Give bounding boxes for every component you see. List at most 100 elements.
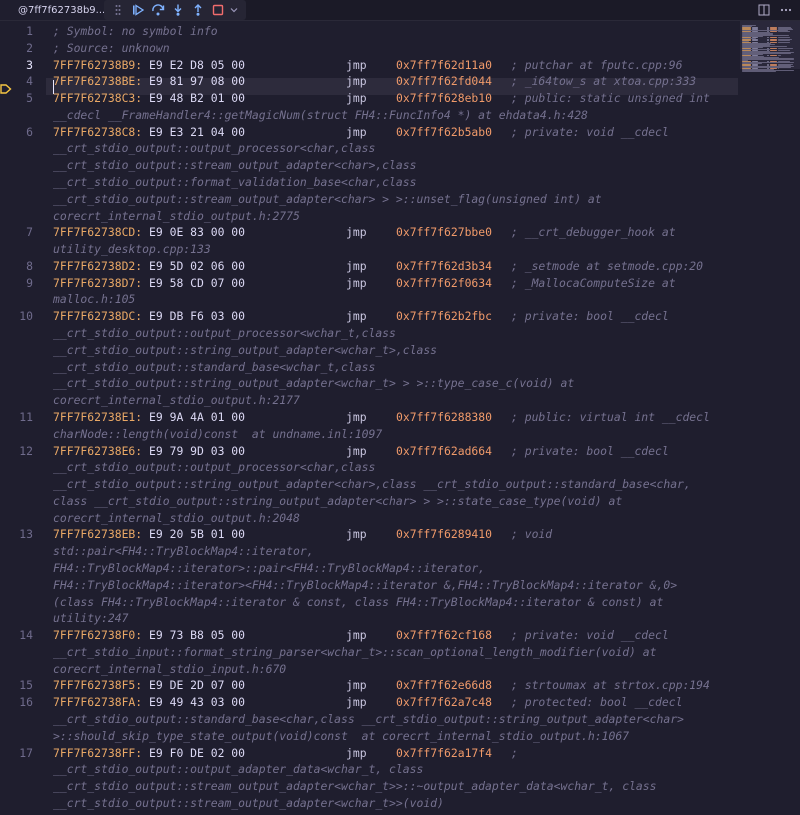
- instruction-line[interactable]: 6 7FF7F62738C8: E9 E3 21 04 00 jmp 0x7ff7f6…: [0, 124, 738, 141]
- jump-target-address[interactable]: 0x7ff7f62b2fbc: [396, 308, 492, 325]
- comment-text: __crt_stdio_output::output_processor<cha…: [53, 141, 376, 156]
- instruction-address: 7FF7F62738D7:: [53, 275, 143, 290]
- comment-line[interactable]: __crt_stdio_output::string_output_adapte…: [0, 375, 738, 392]
- line-number: 2: [26, 40, 33, 55]
- comment-line[interactable]: FH4::TryBlockMap4::iterator>::pair<FH4::…: [0, 560, 738, 577]
- comment-line[interactable]: __cdecl __FrameHandler4::getMagicNum(str…: [0, 107, 738, 124]
- comment-text: __crt_stdio_output::stream_output_adapte…: [53, 191, 602, 206]
- comment-line[interactable]: std::pair<FH4::TryBlockMap4::iterator,: [0, 543, 738, 560]
- instruction-line[interactable]: 15 7FF7F62738F5: E9 DE 2D 07 00 jmp 0x7ff7f…: [0, 677, 738, 694]
- comment-text: __crt_stdio_output::standard_base<char,c…: [53, 711, 684, 726]
- comment-line[interactable]: __crt_stdio_output::string_output_adapte…: [0, 342, 738, 359]
- instruction-line[interactable]: 3 7FF7F62738B9: E9 E2 D8 05 00 jmp 0x7ff7f6…: [0, 57, 738, 74]
- comment-text: std::pair<FH4::TryBlockMap4::iterator,: [53, 544, 314, 559]
- more-actions-icon[interactable]: [778, 2, 794, 18]
- instruction-comment: ; public: virtual int __cdecl: [511, 409, 710, 424]
- instruction-line[interactable]: 5 7FF7F62738C3: E9 48 B2 01 00 jmp 0x7ff7f6…: [0, 90, 738, 107]
- line-number: 6: [26, 124, 33, 139]
- comment-line[interactable]: __crt_stdio_output::output_adapter_data<…: [0, 761, 738, 778]
- comment-line[interactable]: __crt_stdio_output::format_validation_ba…: [0, 174, 738, 191]
- comment-text: FH4::TryBlockMap4::iterator><FH4::TryBlo…: [53, 577, 678, 592]
- jump-target-address[interactable]: 0x7ff7f62ad664: [396, 443, 492, 460]
- comment-line[interactable]: __crt_stdio_output::stream_output_adapte…: [0, 795, 738, 812]
- chevron-down-icon[interactable]: [228, 0, 240, 20]
- continue-icon[interactable]: [128, 0, 148, 20]
- jump-target-address[interactable]: 0x7ff7f62a17f4: [396, 745, 492, 762]
- comment-line[interactable]: __crt_stdio_output::output_processor<cha…: [0, 459, 738, 476]
- text-cursor: [53, 80, 54, 94]
- instruction-mnemonic: jmp: [346, 527, 367, 542]
- instruction-line[interactable]: 17 7FF7F62738FF: E9 F0 DE 02 00 jmp 0x7ff7f…: [0, 745, 738, 762]
- comment-line[interactable]: >::should_skip_type_state_output(void)co…: [0, 728, 738, 745]
- comment-line[interactable]: corecrt_internal_stdio_input.h:670: [0, 661, 738, 678]
- instruction-line[interactable]: 4 7FF7F62738BE: E9 81 97 08 00 jmp 0x7ff7f6…: [0, 73, 738, 90]
- comment-line[interactable]: utility_desktop.cpp:133: [0, 241, 738, 258]
- jump-target-address[interactable]: 0x7ff7f627bbe0: [396, 224, 492, 241]
- comment-text: ; Source: unknown: [53, 40, 170, 55]
- minimap-line: [770, 55, 777, 56]
- step-out-icon[interactable]: [188, 0, 208, 20]
- split-editor-icon[interactable]: [756, 2, 772, 18]
- comment-line[interactable]: (class FH4::TryBlockMap4::iterator & con…: [0, 594, 738, 611]
- comment-line[interactable]: class __crt_stdio_output::string_output_…: [0, 493, 738, 510]
- jump-target-address[interactable]: 0x7ff7f6288380: [396, 409, 492, 426]
- jump-target-address[interactable]: 0x7ff7f62f0634: [396, 275, 492, 292]
- comment-line[interactable]: corecrt_internal_stdio_output.h:2775: [0, 208, 738, 225]
- jump-target-address[interactable]: 0x7ff7f62e66d8: [396, 677, 492, 694]
- comment-line[interactable]: corecrt_internal_stdio_output.h:2048: [0, 510, 738, 527]
- jump-target-address[interactable]: 0x7ff7f6289410: [396, 526, 492, 543]
- step-over-icon[interactable]: [148, 0, 168, 20]
- comment-line[interactable]: FH4::TryBlockMap4::iterator><FH4::TryBlo…: [0, 577, 738, 594]
- step-into-icon[interactable]: [168, 0, 188, 20]
- line-number: 14: [19, 628, 33, 643]
- instruction-line[interactable]: 7 7FF7F62738CD: E9 0E 83 00 00 jmp 0x7ff7f6…: [0, 224, 738, 241]
- instruction-line[interactable]: 12 7FF7F62738E6: E9 79 9D 03 00 jmp 0x7ff7f…: [0, 443, 738, 460]
- instruction-comment: ; __crt_debugger_hook at: [511, 225, 676, 240]
- instruction-address: 7FF7F62738E6:: [53, 443, 143, 458]
- instruction-comment: ; protected: bool __cdecl: [511, 695, 683, 710]
- instruction-line[interactable]: 16 7FF7F62738FA: E9 49 43 03 00 jmp 0x7ff7f…: [0, 694, 738, 711]
- instruction-line[interactable]: 9 7FF7F62738D7: E9 58 CD 07 00 jmp 0x7ff7f6…: [0, 275, 738, 292]
- instruction-mnemonic: jmp: [346, 443, 367, 458]
- comment-line[interactable]: __crt_stdio_output::stream_output_adapte…: [0, 191, 738, 208]
- minimap-line: [778, 31, 790, 32]
- instruction-comment: ; public: static unsigned int: [511, 91, 710, 106]
- comment-line[interactable]: malloc.h:105: [0, 291, 738, 308]
- instruction-mnemonic: jmp: [346, 124, 367, 139]
- comment-line[interactable]: __crt_stdio_output::output_processor<cha…: [0, 140, 738, 157]
- jump-target-address[interactable]: 0x7ff7f62b5ab0: [396, 124, 492, 141]
- jump-target-address[interactable]: 0x7ff7f62d3b34: [396, 258, 492, 275]
- jump-target-address[interactable]: 0x7ff7f62fd044: [396, 73, 492, 90]
- comment-text: >::should_skip_type_state_output(void)co…: [53, 728, 630, 743]
- comment-line[interactable]: utility:247: [0, 610, 738, 627]
- comment-text: malloc.h:105: [53, 292, 136, 307]
- jump-target-address[interactable]: 0x7ff7f628eb10: [396, 90, 492, 107]
- instruction-line[interactable]: 11 7FF7F62738E1: E9 9A 4A 01 00 jmp 0x7ff7f…: [0, 409, 738, 426]
- instruction-line[interactable]: 13 7FF7F62738EB: E9 20 5B 01 00 jmp 0x7ff7f…: [0, 526, 738, 543]
- comment-line[interactable]: charNode::length(void)const at undname.i…: [0, 426, 738, 443]
- jump-target-address[interactable]: 0x7ff7f62cf168: [396, 627, 492, 644]
- jump-target-address[interactable]: 0x7ff7f62a7c48: [396, 694, 492, 711]
- comment-line[interactable]: __crt_stdio_output::string_output_adapte…: [0, 476, 738, 493]
- comment-line[interactable]: 1 ; Symbol: no symbol info: [0, 23, 738, 40]
- instruction-line[interactable]: 10 7FF7F62738DC: E9 DB F6 03 00 jmp 0x7ff7f…: [0, 308, 738, 325]
- comment-line[interactable]: corecrt_internal_stdio_output.h:2177: [0, 392, 738, 409]
- comment-line[interactable]: __crt_stdio_output::standard_base<char,c…: [0, 711, 738, 728]
- comment-line[interactable]: __crt_stdio_output::stream_output_adapte…: [0, 778, 738, 795]
- instruction-line[interactable]: 8 7FF7F62738D2: E9 5D 02 06 00 jmp 0x7ff7f6…: [0, 258, 738, 275]
- comment-line[interactable]: 2 ; Source: unknown: [0, 40, 738, 57]
- instruction-line[interactable]: 14 7FF7F62738F0: E9 73 B8 05 00 jmp 0x7ff7f…: [0, 627, 738, 644]
- drag-grip-icon[interactable]: [108, 0, 128, 20]
- line-number: 10: [19, 309, 33, 324]
- instruction-mnemonic: jmp: [346, 678, 367, 693]
- disassembly-editor[interactable]: 1 ; Symbol: no symbol info 2 ; Source: unkn…: [0, 21, 800, 815]
- comment-text: __cdecl __FrameHandler4::getMagicNum(str…: [53, 107, 588, 122]
- stop-icon[interactable]: [208, 0, 228, 20]
- jump-target-address[interactable]: 0x7ff7f62d11a0: [396, 57, 492, 74]
- comment-line[interactable]: __crt_stdio_output::standard_base<wchar_…: [0, 359, 738, 376]
- instruction-bytes: E9 DE 2D 07 00: [142, 678, 246, 693]
- comment-line[interactable]: __crt_stdio_output::stream_output_adapte…: [0, 157, 738, 174]
- minimap[interactable]: [740, 21, 800, 815]
- comment-line[interactable]: __crt_stdio_input::format_string_parser<…: [0, 644, 738, 661]
- comment-line[interactable]: __crt_stdio_output::output_processor<wch…: [0, 325, 738, 342]
